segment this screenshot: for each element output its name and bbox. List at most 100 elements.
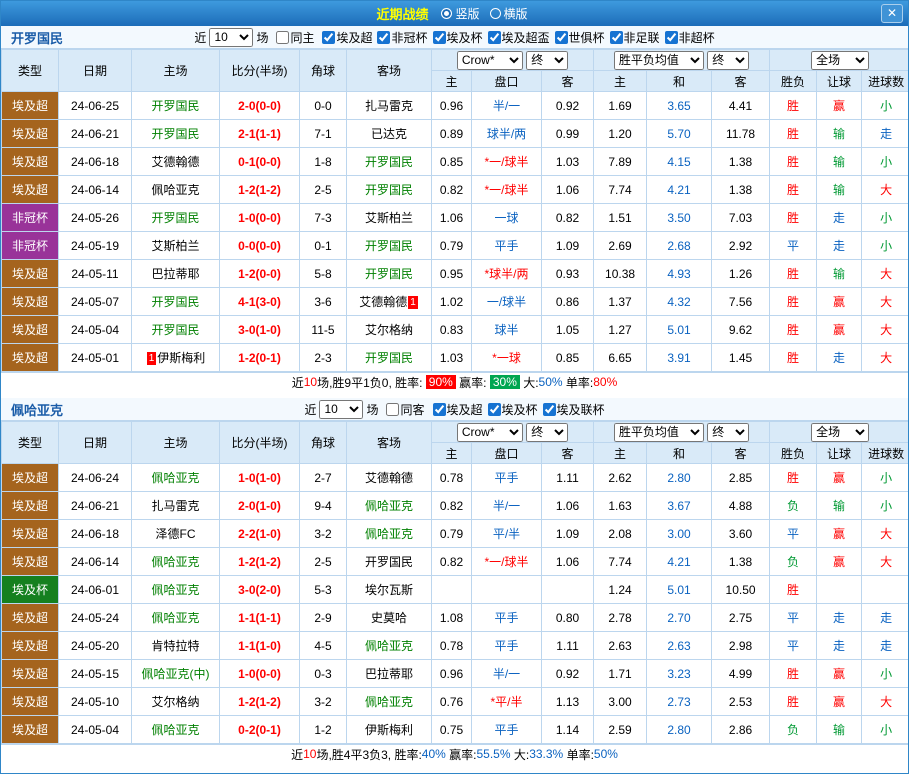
odds-away-cell: 1.06 <box>540 175 595 204</box>
odds-home-cell: 0.82 <box>431 491 472 520</box>
league-filter-checkbox[interactable] <box>542 402 556 416</box>
score-cell[interactable]: 1-2(1-2) <box>219 687 300 716</box>
avg-home-cell: 1.24 <box>593 575 648 604</box>
score-cell[interactable]: 0-0(0-0) <box>219 231 300 260</box>
league-filter[interactable]: 埃及超 <box>322 29 372 46</box>
goals-result-cell: 走 <box>861 119 908 148</box>
league-filter-checkbox[interactable] <box>432 30 446 44</box>
home-team-cell: 艾斯柏兰 <box>131 231 220 260</box>
summary-part: 大: <box>510 747 530 762</box>
close-button[interactable]: ✕ <box>881 4 903 23</box>
avg-odds-select[interactable]: 胜平负均值 <box>613 422 704 442</box>
same-venue-filter[interactable]: 同客 <box>386 401 425 418</box>
league-filter[interactable]: 非超杯 <box>664 29 715 46</box>
summary-part: 单率: <box>562 375 594 390</box>
spread-result-cell: 输 <box>816 715 863 744</box>
summary-part: 33.3% <box>529 747 564 761</box>
away-team-name: 开罗国民 <box>364 555 413 569</box>
same-venue-filter[interactable]: 同主 <box>276 29 314 46</box>
odds-away-cell: 1.06 <box>540 491 595 520</box>
layout-horizontal-radio[interactable]: 横版 <box>489 5 528 22</box>
same-venue-checkbox[interactable] <box>276 30 290 44</box>
spread-result-cell: 走 <box>816 603 863 632</box>
league-filter-label: 埃及超盃 <box>501 30 550 45</box>
score-cell[interactable]: 1-2(0-1) <box>219 343 300 372</box>
col-odds-away: 客 <box>540 70 595 92</box>
away-team-cell: 艾德翰德 <box>346 463 432 492</box>
odds-source-select[interactable]: Crow* <box>456 50 523 70</box>
odds-home-cell: 0.78 <box>431 631 472 660</box>
recent-count-select[interactable]: 10 <box>319 399 364 419</box>
league-filter-checkbox[interactable] <box>487 402 501 416</box>
away-team-cell: 巴拉蒂耶 <box>346 659 432 688</box>
score-cell[interactable]: 2-0(0-0) <box>219 91 300 120</box>
away-team-name: 艾德翰德 <box>364 471 413 485</box>
league-filter[interactable]: 非足联 <box>609 29 660 46</box>
league-filter-checkbox[interactable] <box>609 30 623 44</box>
match-row: 埃及超 24-06-21 扎马雷克 2-0(1-0) 9-4 佩哈亚克 0.82… <box>1 491 908 520</box>
league-filter-checkbox[interactable] <box>487 30 501 44</box>
match-row: 埃及超 24-05-20 肯特拉特 1-1(1-0) 4-5 佩哈亚克 0.78… <box>1 631 908 660</box>
corner-cell: 11-5 <box>299 315 347 344</box>
score-cell[interactable]: 1-0(1-0) <box>219 463 300 492</box>
score-cell[interactable]: 0-2(0-1) <box>219 715 300 744</box>
league-filter-checkbox[interactable] <box>322 30 336 44</box>
score-cell[interactable]: 4-1(3-0) <box>219 287 300 316</box>
league-filter-checkbox[interactable] <box>377 30 391 44</box>
score-cell[interactable]: 3-0(1-0) <box>219 315 300 344</box>
score-cell[interactable]: 0-1(0-0) <box>219 147 300 176</box>
corner-cell: 0-3 <box>299 659 347 688</box>
col-score: 比分(半场) <box>219 421 300 464</box>
home-team-name: 佩哈亚克 <box>151 183 200 197</box>
league-filter[interactable]: 埃及超盃 <box>487 29 550 46</box>
team-name: 开罗国民 <box>11 30 64 46</box>
spread-result-cell: 赢 <box>816 315 863 344</box>
final-odds-select[interactable]: 终 <box>526 422 569 442</box>
match-row: 埃及超 24-05-24 佩哈亚克 1-1(1-1) 2-9 史莫哈 1.08 … <box>1 603 908 632</box>
score-cell[interactable]: 1-2(0-0) <box>219 259 300 288</box>
date-cell: 24-06-18 <box>58 147 132 176</box>
full-match-select[interactable]: 全场 <box>811 422 870 442</box>
score-cell[interactable]: 1-2(1-2) <box>219 547 300 576</box>
score-cell[interactable]: 2-2(1-0) <box>219 519 300 548</box>
league-filter[interactable]: 埃及杯 <box>432 29 483 46</box>
final-avg-select[interactable]: 终 <box>707 422 750 442</box>
league-filter[interactable]: 埃及杯 <box>487 401 538 418</box>
handicap-cell: 球半/两 <box>471 119 542 148</box>
avg-away-cell: 4.41 <box>711 91 771 120</box>
score-cell[interactable]: 3-0(2-0) <box>219 575 300 604</box>
layout-vertical-radio[interactable]: 竖版 <box>441 5 480 22</box>
match-row: 埃及超 24-06-21 开罗国民 2-1(1-1) 7-1 已达克 0.89 … <box>1 119 908 148</box>
home-team-cell: 佩哈亚克 <box>131 603 220 632</box>
score-cell[interactable]: 1-0(0-0) <box>219 203 300 232</box>
odds-home-cell: 0.83 <box>431 315 472 344</box>
match-row: 埃及超 24-06-18 泽德FC 2-2(1-0) 3-2 佩哈亚克 0.79… <box>1 519 908 548</box>
avg-draw-cell: 4.15 <box>646 147 713 176</box>
score-cell[interactable]: 1-2(1-2) <box>219 175 300 204</box>
final-odds-select[interactable]: 终 <box>526 50 569 70</box>
league-filter[interactable]: 非冠杯 <box>377 29 428 46</box>
score-cell[interactable]: 2-1(1-1) <box>219 119 300 148</box>
league-filter[interactable]: 世俱杯 <box>554 29 605 46</box>
home-team-name: 泽德FC <box>155 527 196 541</box>
same-venue-checkbox[interactable] <box>386 402 400 416</box>
avg-odds-select[interactable]: 胜平负均值 <box>613 50 704 70</box>
score-cell[interactable]: 2-0(1-0) <box>219 491 300 520</box>
score-cell[interactable]: 1-0(0-0) <box>219 659 300 688</box>
league-filter-checkbox[interactable] <box>432 402 446 416</box>
home-team-name: 佩哈亚克 <box>151 611 200 625</box>
final-avg-select[interactable]: 终 <box>707 50 750 70</box>
full-match-select[interactable]: 全场 <box>811 50 870 70</box>
recent-count-select[interactable]: 10 <box>209 27 254 47</box>
league-filter[interactable]: 埃及超 <box>432 401 483 418</box>
handicap-cell: *一/球半 <box>471 147 542 176</box>
home-team-cell: 1 伊斯梅利 <box>131 343 220 372</box>
odds-source-select[interactable]: Crow* <box>456 422 523 442</box>
league-filter-checkbox[interactable] <box>664 30 678 44</box>
league-filter-checkbox[interactable] <box>554 30 568 44</box>
league-filter[interactable]: 埃及联杯 <box>542 401 605 418</box>
score-cell[interactable]: 1-1(1-1) <box>219 603 300 632</box>
odds-away-cell: 1.09 <box>540 519 595 548</box>
score-cell[interactable]: 1-1(1-0) <box>219 631 300 660</box>
handicap-cell: *一球 <box>471 343 542 372</box>
